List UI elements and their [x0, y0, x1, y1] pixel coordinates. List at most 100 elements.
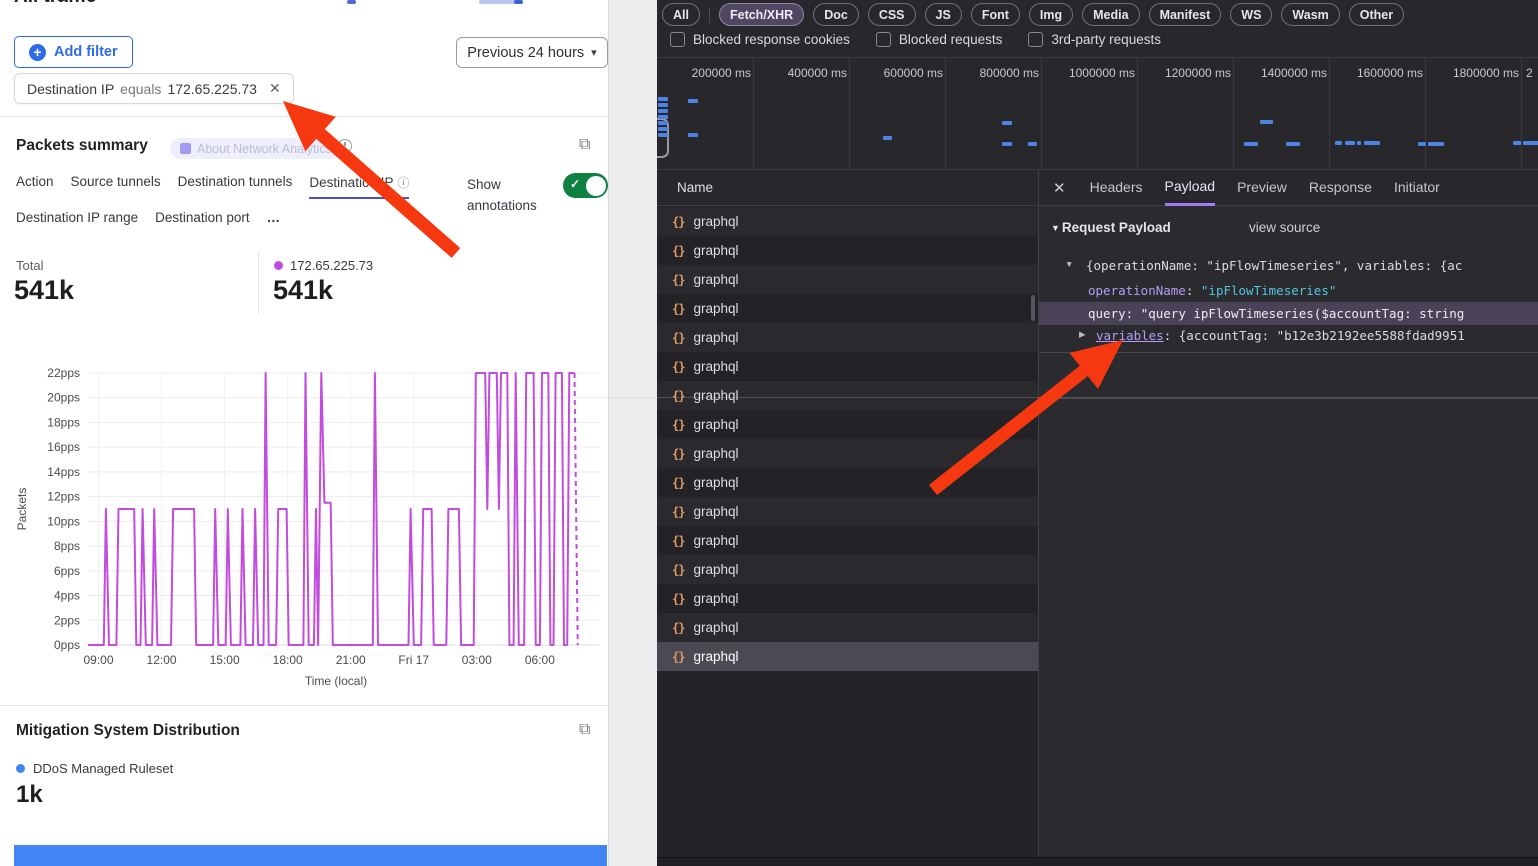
request-list-scrollbar[interactable] — [1031, 295, 1035, 321]
filter-pill-font[interactable]: Font — [971, 3, 1020, 26]
request-row[interactable]: {}graphql — [657, 352, 1038, 381]
tab-destination-tunnels[interactable]: Destination tunnels — [178, 174, 293, 199]
request-row[interactable]: {}graphql — [657, 497, 1038, 526]
tab-headers[interactable]: Headers — [1090, 171, 1143, 204]
request-row[interactable]: {}graphql — [657, 381, 1038, 410]
filter-pill-all[interactable]: All — [662, 3, 700, 26]
tab-payload[interactable]: Payload — [1165, 170, 1216, 206]
filter-field: Destination IP — [27, 81, 114, 97]
filter-pill-media[interactable]: Media — [1082, 3, 1139, 26]
mitigation-value: 1k — [16, 781, 43, 809]
checkbox-label: Blocked response cookies — [693, 32, 850, 47]
filter-pill-css[interactable]: CSS — [868, 3, 916, 26]
mitigation-legend: DDoS Managed Ruleset — [16, 761, 173, 776]
payload-tree-line[interactable]: ▶variables: {accountTag: "b12e3b2192ee55… — [1039, 324, 1538, 347]
show-annotations-toggle[interactable]: ✓ — [563, 173, 608, 198]
filter-pill-manifest[interactable]: Manifest — [1149, 3, 1222, 26]
request-name: graphql — [693, 446, 738, 461]
name-column-header[interactable]: Name — [657, 170, 1038, 206]
request-row[interactable]: {}graphql — [657, 410, 1038, 439]
tab-initiator[interactable]: Initiator — [1394, 171, 1440, 204]
copy-panel-icon[interactable]: ⧉ — [579, 722, 590, 738]
checkbox-label: 3rd-party requests — [1051, 32, 1161, 47]
filter-pill-img[interactable]: Img — [1029, 3, 1073, 26]
tab-destination-ip-range[interactable]: Destination IP range — [16, 210, 138, 231]
view-source-link[interactable]: view source — [1249, 220, 1320, 235]
toggle-knob — [586, 176, 606, 196]
checkbox-icon[interactable] — [670, 32, 685, 47]
request-row[interactable]: {}graphql — [657, 439, 1038, 468]
request-row[interactable]: {}graphql — [657, 294, 1038, 323]
checkbox-icon[interactable] — [876, 32, 891, 47]
tab-destination-port[interactable]: Destination port — [155, 210, 250, 231]
checkbox-3rd-party-requests[interactable]: 3rd-party requests — [1028, 32, 1161, 47]
network-overview-timeline[interactable]: 200000 ms400000 ms600000 ms800000 ms1000… — [657, 58, 1538, 170]
request-row[interactable]: {}graphql — [657, 468, 1038, 497]
svg-text:09:00: 09:00 — [83, 653, 113, 667]
svg-text:22pps: 22pps — [47, 366, 80, 380]
timeline-gridline — [1521, 58, 1522, 170]
filter-pill-wasm[interactable]: Wasm — [1281, 3, 1339, 26]
timeline-request-mark — [658, 97, 668, 101]
page-title: All traffic — [14, 0, 96, 8]
svg-text:16pps: 16pps — [47, 440, 80, 454]
series-legend-dot — [274, 261, 283, 270]
timeline-request-mark — [1428, 142, 1444, 146]
request-row[interactable]: {}graphql — [657, 236, 1038, 265]
clipped-toolbar-fragment — [347, 0, 356, 4]
request-name: graphql — [693, 301, 738, 316]
timeline-request-mark — [1345, 141, 1355, 145]
request-row[interactable]: {}graphql — [657, 207, 1038, 236]
copy-panel-icon[interactable]: ⧉ — [579, 137, 590, 153]
request-name: graphql — [693, 359, 738, 374]
timeline-request-mark — [658, 121, 668, 125]
time-range-select[interactable]: Previous 24 hours ▾ — [456, 37, 608, 68]
filter-pill-other[interactable]: Other — [1349, 3, 1404, 26]
add-filter-button[interactable]: + Add filter — [14, 36, 133, 68]
tab-action[interactable]: Action — [16, 174, 54, 199]
filter-value: 172.65.225.73 — [167, 81, 257, 97]
payload-tree-line[interactable]: ▼{operationName: "ipFlowTimeseries", var… — [1039, 254, 1538, 277]
triangle-down-icon[interactable]: ▼ — [1065, 254, 1073, 276]
about-network-analytics-badge[interactable]: About Network Analytics — [170, 138, 342, 159]
dimension-tabs: Action Source tunnels Destination tunnels D… — [16, 174, 456, 242]
filter-chip[interactable]: Destination IP equals 172.65.225.73 ✕ — [14, 73, 294, 104]
checkbox-icon[interactable] — [1028, 32, 1043, 47]
tab-more[interactable]: … — [267, 210, 282, 231]
request-payload-header[interactable]: ▼Request Payload — [1051, 220, 1171, 235]
payload-tree-line[interactable]: query: "query ipFlowTimeseries($accountT… — [1039, 302, 1538, 325]
request-row[interactable]: {}graphql — [657, 323, 1038, 352]
divider — [709, 7, 710, 23]
timeline-request-mark — [1523, 141, 1538, 145]
packets-summary-title: Packets summary — [16, 137, 148, 155]
filter-pill-doc[interactable]: Doc — [813, 3, 859, 26]
tab-source-tunnels[interactable]: Source tunnels — [71, 174, 161, 199]
checkbox-blocked-requests[interactable]: Blocked requests — [876, 32, 1003, 47]
tab-preview[interactable]: Preview — [1237, 171, 1287, 204]
tab-destination-ip[interactable]: Destination IPⓘ — [309, 174, 409, 199]
request-row[interactable]: {}graphql — [657, 642, 1038, 671]
request-name: graphql — [693, 272, 738, 287]
timeline-request-mark — [1286, 142, 1300, 146]
checkbox-blocked-response-cookies[interactable]: Blocked response cookies — [670, 32, 850, 47]
request-row[interactable]: {}graphql — [657, 265, 1038, 294]
triangle-right-icon[interactable]: ▶ — [1079, 324, 1086, 346]
request-row[interactable]: {}graphql — [657, 526, 1038, 555]
filter-pill-fetch-xhr[interactable]: Fetch/XHR — [719, 3, 804, 26]
filter-pill-ws[interactable]: WS — [1230, 3, 1272, 26]
tab-response[interactable]: Response — [1309, 171, 1372, 204]
timeline-request-mark — [658, 115, 668, 119]
timeline-gridline — [849, 58, 850, 170]
payload-tree-line[interactable]: operationName: "ipFlowTimeseries" — [1039, 279, 1538, 302]
json-braces-icon: {} — [672, 505, 684, 519]
scroll-gutter[interactable] — [608, 0, 658, 866]
remove-filter-icon[interactable]: ✕ — [269, 80, 281, 97]
request-row[interactable]: {}graphql — [657, 555, 1038, 584]
analytics-panel: All traffic + Add filter Previous 24 hou… — [0, 0, 608, 866]
request-row[interactable]: {}graphql — [657, 584, 1038, 613]
svg-text:06:00: 06:00 — [525, 653, 555, 667]
filter-pill-js[interactable]: JS — [925, 3, 962, 26]
request-row[interactable]: {}graphql — [657, 613, 1038, 642]
timeline-request-mark — [1335, 141, 1342, 145]
close-icon[interactable]: ✕ — [1053, 179, 1066, 197]
